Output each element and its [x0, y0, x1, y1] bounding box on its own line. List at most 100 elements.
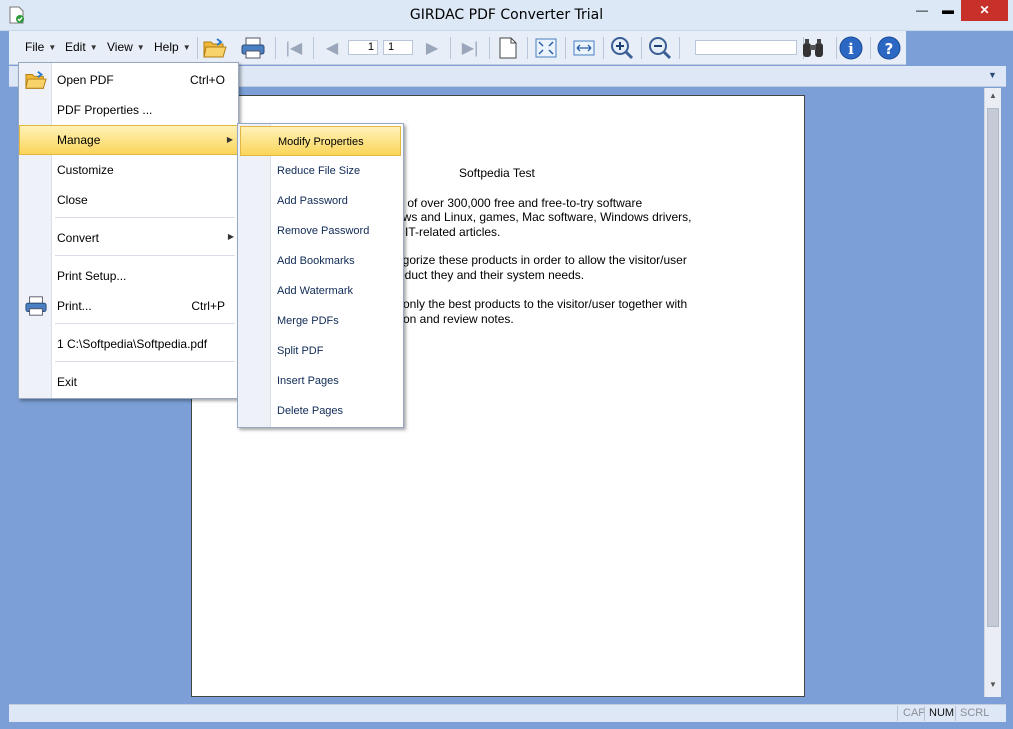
menu-item-label: Open PDF — [57, 73, 114, 87]
menu-item-customize[interactable]: Customize — [19, 155, 238, 185]
toolbar-separator — [450, 37, 451, 59]
minimize-button[interactable]: — — [909, 0, 935, 21]
close-button[interactable]: ✕ — [961, 0, 1008, 21]
fit-page-icon[interactable] — [533, 35, 559, 61]
toolbar-separator — [565, 37, 566, 59]
current-page-input[interactable]: 1 — [348, 40, 378, 55]
submenu-item-label: Insert Pages — [277, 375, 339, 387]
menu-item-exit[interactable]: Exit — [19, 367, 238, 397]
toolbar-separator — [197, 37, 198, 59]
page-heading: Softpedia Test — [459, 166, 535, 180]
menu-item-convert[interactable]: Convert ▶ — [19, 223, 238, 253]
blank-page-icon[interactable] — [495, 35, 521, 61]
toolbar-separator — [870, 37, 871, 59]
toolbar-separator — [489, 37, 490, 59]
svg-text:?: ? — [885, 40, 894, 58]
menu-file[interactable]: File ▼ — [25, 40, 56, 54]
status-divider — [955, 706, 956, 721]
previous-page-icon[interactable]: ◀ — [319, 35, 345, 61]
menu-item-recent-file[interactable]: 1 C:\Softpedia\Softpedia.pdf — [19, 329, 238, 359]
submenu-item-merge-pdfs[interactable]: Merge PDFs — [240, 306, 401, 336]
submenu-item-remove-password[interactable]: Remove Password — [240, 216, 401, 246]
toolbar: File ▼ Edit ▼ View ▼ Help ▼ |◀ ◀ 1 1 ▶ ▶| i — [9, 31, 906, 65]
submenu-item-delete-pages[interactable]: Delete Pages — [240, 396, 401, 426]
menu-item-shortcut: Ctrl+O — [189, 73, 225, 87]
manage-submenu: Modify Properties Reduce File Size Add P… — [237, 123, 404, 428]
menu-item-label: Close — [57, 193, 88, 207]
toolbar-separator — [641, 37, 642, 59]
status-divider — [924, 706, 925, 721]
menu-item-print[interactable]: Print... Ctrl+P — [19, 291, 238, 321]
chevron-down-icon: ▼ — [182, 43, 191, 52]
submenu-item-label: Add Bookmarks — [277, 255, 355, 267]
page-text-line: on and review notes. — [403, 312, 514, 326]
next-page-icon[interactable]: ▶ — [419, 35, 445, 61]
info-icon[interactable]: i — [838, 35, 864, 61]
menu-item-label: Print Setup... — [57, 269, 127, 283]
menu-item-label: Convert — [57, 231, 100, 245]
submenu-item-label: Delete Pages — [277, 405, 344, 417]
maximize-button[interactable]: ▬ — [935, 0, 961, 21]
submenu-item-insert-pages[interactable]: Insert Pages — [240, 366, 401, 396]
status-bar: CAP NUM SCRL — [9, 704, 1006, 722]
menu-help[interactable]: Help ▼ — [154, 40, 191, 54]
menu-item-label: Customize — [57, 163, 114, 177]
menu-item-print-setup[interactable]: Print Setup... — [19, 261, 238, 291]
menu-item-label: 1 C:\Softpedia\Softpedia.pdf — [57, 337, 208, 351]
page-text-line: y of over 300,000 free and free-to-try s… — [398, 196, 643, 210]
printer-icon[interactable] — [240, 35, 266, 61]
menu-item-shortcut: Ctrl+P — [191, 299, 225, 313]
open-folder-icon[interactable] — [202, 35, 228, 61]
page-text-line: only the best products to the visitor/us… — [403, 297, 688, 311]
last-page-icon[interactable]: ▶| — [457, 35, 483, 61]
submenu-item-add-password[interactable]: Add Password — [240, 186, 401, 216]
scroll-down-icon[interactable]: ▼ — [985, 680, 1001, 694]
title-bar: GIRDAC PDF Converter Trial — ▬ ✕ — [0, 0, 1013, 31]
submenu-item-reduce-file-size[interactable]: Reduce File Size — [240, 156, 401, 186]
first-page-icon[interactable]: |◀ — [281, 35, 307, 61]
menu-item-close[interactable]: Close — [19, 185, 238, 215]
scrollbar-thumb[interactable] — [987, 108, 999, 627]
search-input[interactable] — [695, 40, 797, 55]
menu-edit[interactable]: Edit ▼ — [65, 40, 98, 54]
zoom-out-icon[interactable] — [647, 35, 673, 61]
submenu-item-label: Remove Password — [277, 225, 370, 237]
menu-view[interactable]: View ▼ — [107, 40, 145, 54]
status-scrl: SCRL — [960, 707, 990, 719]
menu-separator — [55, 255, 235, 256]
submenu-item-label: Split PDF — [277, 345, 324, 357]
submenu-item-add-watermark[interactable]: Add Watermark — [240, 276, 401, 306]
fit-width-icon[interactable] — [571, 35, 597, 61]
total-pages-field: 1 — [383, 40, 413, 55]
menu-item-open-pdf[interactable]: Open PDF Ctrl+O — [19, 65, 238, 95]
toolbar-separator — [275, 37, 276, 59]
svg-text:i: i — [848, 40, 854, 58]
submenu-item-split-pdf[interactable]: Split PDF — [240, 336, 401, 366]
toolbar-separator — [836, 37, 837, 59]
scroll-up-icon[interactable]: ▲ — [985, 91, 1001, 105]
submenu-item-add-bookmarks[interactable]: Add Bookmarks — [240, 246, 401, 276]
menu-item-label: PDF Properties ... — [57, 103, 153, 117]
submenu-item-label: Add Watermark — [277, 285, 354, 297]
status-num: NUM — [929, 707, 955, 719]
vertical-scrollbar[interactable]: ▲ ▼ — [984, 88, 1001, 697]
submenu-item-label: Reduce File Size — [277, 165, 361, 177]
zoom-in-icon[interactable] — [609, 35, 635, 61]
toolbar-separator — [679, 37, 680, 59]
tab-dropdown-icon[interactable]: ▼ — [988, 70, 997, 80]
submenu-item-modify-properties[interactable]: Modify Properties — [240, 126, 401, 156]
menu-help-label: Help — [154, 40, 179, 54]
menu-item-label: Exit — [57, 375, 78, 389]
help-icon[interactable]: ? — [876, 35, 902, 61]
status-cap: CAP — [903, 707, 926, 719]
submenu-arrow-icon: ▶ — [226, 135, 233, 144]
menu-edit-label: Edit — [65, 40, 86, 54]
menu-item-manage[interactable]: Manage ▶ — [19, 125, 238, 155]
menu-file-label: File — [25, 40, 45, 54]
printer-icon — [25, 296, 47, 316]
menu-item-pdf-properties[interactable]: PDF Properties ... — [19, 95, 238, 125]
binoculars-icon[interactable] — [800, 35, 826, 61]
menu-item-label: Manage — [57, 133, 101, 147]
status-divider — [897, 706, 898, 721]
page-text-line: oduct they and their system needs. — [398, 268, 585, 282]
